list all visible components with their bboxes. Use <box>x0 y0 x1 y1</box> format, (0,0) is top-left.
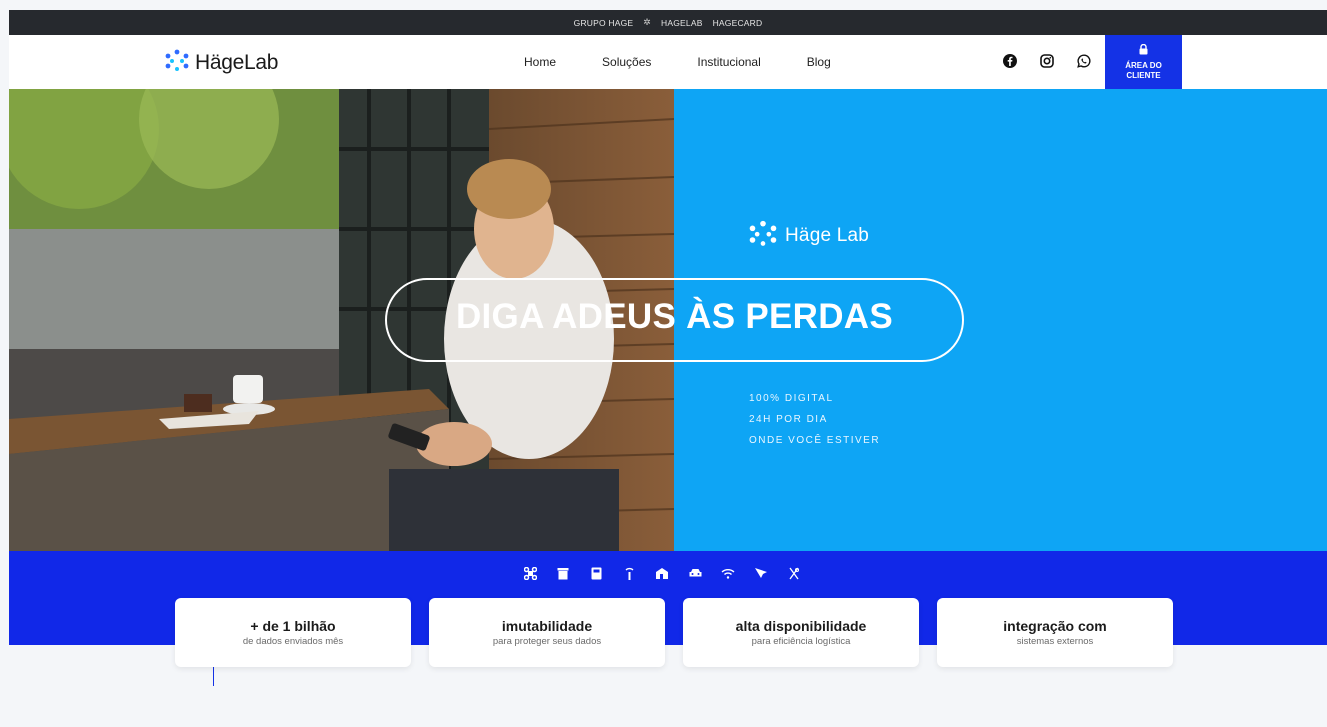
nav-solucoes[interactable]: Soluções <box>602 55 651 69</box>
bin-icon[interactable] <box>556 566 570 580</box>
client-area-line2: CLIENTE <box>1126 70 1161 80</box>
feature-subtitle: para eficiência logística <box>751 636 851 647</box>
tagline-3: ONDE VOCÊ ESTIVER <box>749 435 881 446</box>
feature-title: integração com <box>1003 618 1107 634</box>
topbar-link-hagelab[interactable]: HAGELAB <box>661 18 703 28</box>
group-topbar: GRUPO HAGE ✲ HAGELAB HAGECARD <box>9 10 1327 35</box>
tagline-2: 24H POR DIA <box>749 414 828 425</box>
lock-icon <box>1139 43 1148 58</box>
feature-cards: + de 1 bilhão de dados enviados mês imut… <box>175 598 1173 667</box>
hero-banner: Häge Lab DIGA ADEUS ÀS PERDAS 100% DIGIT… <box>9 89 1327 551</box>
feature-card: imutabilidade para proteger seus dados <box>429 598 665 667</box>
whatsapp-icon[interactable] <box>1076 53 1092 69</box>
satellite-icon[interactable] <box>754 566 768 580</box>
hero-logo: Häge Lab <box>749 220 869 251</box>
nav-home[interactable]: Home <box>524 55 556 69</box>
hagelab-dots-icon <box>749 220 777 251</box>
instagram-icon[interactable] <box>1039 53 1055 69</box>
client-area-button[interactable]: ÁREA DO CLIENTE <box>1105 35 1182 89</box>
car-icon[interactable] <box>688 566 702 580</box>
feature-subtitle: de dados enviados mês <box>242 636 344 647</box>
feature-subtitle: sistemas externos <box>1016 636 1094 647</box>
building-icon[interactable] <box>655 566 669 580</box>
facebook-icon[interactable] <box>1002 53 1018 69</box>
nav-blog[interactable]: Blog <box>807 55 831 69</box>
drone-icon[interactable] <box>523 566 537 580</box>
scroll-indicator-line <box>213 667 214 686</box>
feature-title: + de 1 bilhão <box>250 618 336 634</box>
social-links <box>1002 53 1092 69</box>
feature-subtitle: para proteger seus dados <box>492 636 602 647</box>
hero-taglines: 100% DIGITAL 24H POR DIA ONDE VOCÊ ESTIV… <box>749 388 880 451</box>
sparkle-icon: ✲ <box>643 17 652 27</box>
primary-nav: Home Soluções Institucional Blog <box>524 55 877 69</box>
solution-icons <box>523 566 801 580</box>
feature-title: alta disponibilidade <box>735 618 867 634</box>
tagline-1: 100% DIGITAL <box>749 393 834 404</box>
logo-text: HägeLab <box>195 50 279 74</box>
client-area-line1: ÁREA DO <box>1125 60 1162 70</box>
meter-icon[interactable] <box>589 566 603 580</box>
antenna-icon[interactable] <box>622 566 636 580</box>
feature-card: + de 1 bilhão de dados enviados mês <box>175 598 411 667</box>
wifi-icon[interactable] <box>721 566 735 580</box>
hagelab-dots-icon <box>165 49 189 76</box>
hero-logo-text: Häge Lab <box>785 224 870 246</box>
feature-title: imutabilidade <box>501 618 593 634</box>
hero-headline: DIGA ADEUS ÀS PERDAS <box>455 297 894 336</box>
topbar-link-hagecard[interactable]: HAGECARD <box>713 18 763 28</box>
feature-card: alta disponibilidade para eficiência log… <box>683 598 919 667</box>
topbar-link-grupo-hage[interactable]: GRUPO HAGE <box>574 18 634 28</box>
feature-card: integração com sistemas externos <box>937 598 1173 667</box>
main-navbar: HägeLab Home Soluções Institucional Blog… <box>9 35 1327 89</box>
tool-icon[interactable] <box>787 566 801 580</box>
nav-institucional[interactable]: Institucional <box>697 55 760 69</box>
site-logo[interactable]: HägeLab <box>165 49 278 76</box>
